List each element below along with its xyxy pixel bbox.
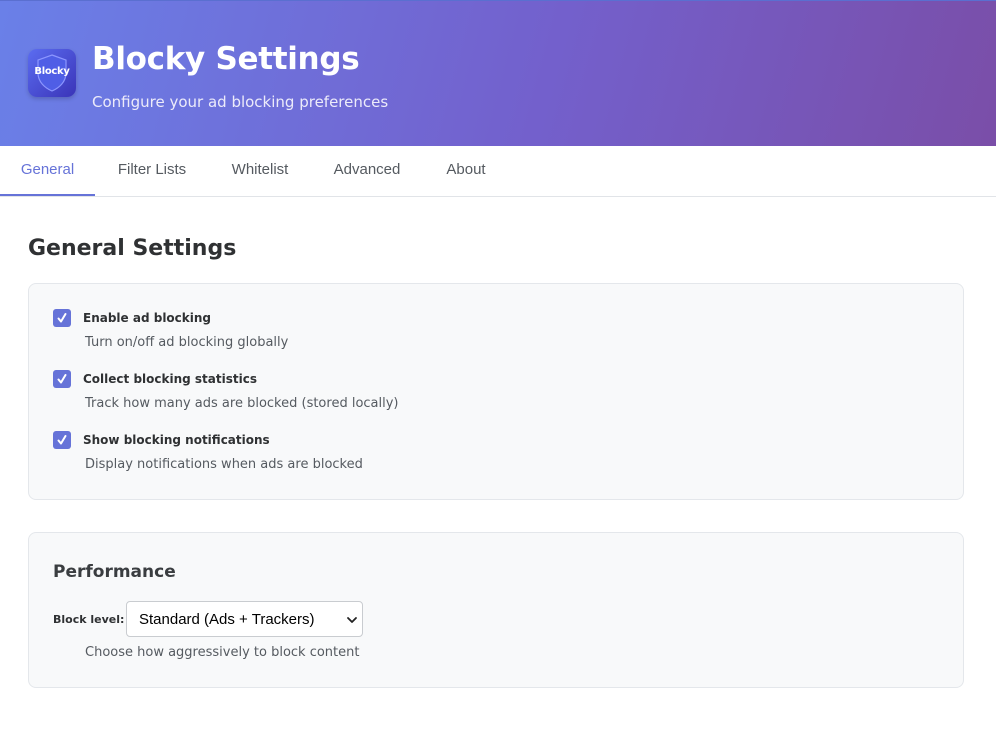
block-level-label: Block level: xyxy=(53,613,125,626)
logo-text: Blocky xyxy=(34,66,70,77)
tab-general[interactable]: General xyxy=(0,146,95,196)
option-description: Display notifications when ads are block… xyxy=(85,457,363,472)
app-title: Blocky Settings xyxy=(92,41,360,77)
option-label: Collect blocking statistics xyxy=(83,372,257,386)
tab-filter-lists[interactable]: Filter Lists xyxy=(95,146,209,196)
block-level-description: Choose how aggressively to block content xyxy=(85,645,360,660)
collect-statistics-checkbox[interactable] xyxy=(53,370,71,388)
performance-title: Performance xyxy=(53,562,176,582)
settings-page: Blocky Blocky Settings Configure your ad… xyxy=(0,0,997,744)
header: Blocky Blocky Settings Configure your ad… xyxy=(0,0,996,146)
option-label: Enable ad blocking xyxy=(83,311,212,325)
tab-about[interactable]: About xyxy=(423,146,509,196)
app-logo: Blocky xyxy=(28,49,76,97)
checkmark-icon xyxy=(57,374,67,384)
chevron-down-icon xyxy=(347,617,357,623)
tab-advanced[interactable]: Advanced xyxy=(311,146,423,196)
option-description: Track how many ads are blocked (stored l… xyxy=(85,396,399,411)
checkmark-icon xyxy=(57,313,67,323)
block-level-select[interactable]: Standard (Ads + Trackers) xyxy=(126,601,363,637)
enable-ad-blocking-checkbox[interactable] xyxy=(53,309,71,327)
show-notifications-checkbox[interactable] xyxy=(53,431,71,449)
app-subtitle: Configure your ad blocking preferences xyxy=(92,93,389,111)
option-description: Turn on/off ad blocking globally xyxy=(85,335,289,350)
block-level-value: Standard (Ads + Trackers) xyxy=(139,611,315,628)
section-title: General Settings xyxy=(28,236,237,261)
option-label: Show blocking notifications xyxy=(83,433,270,447)
checkmark-icon xyxy=(57,435,67,445)
tab-whitelist[interactable]: Whitelist xyxy=(209,146,311,196)
performance-card: Performance Block level: Standard (Ads +… xyxy=(28,532,964,688)
tab-bar: General Filter Lists Whitelist Advanced … xyxy=(0,146,996,197)
general-options-card: Enable ad blocking Turn on/off ad blocki… xyxy=(28,283,964,500)
